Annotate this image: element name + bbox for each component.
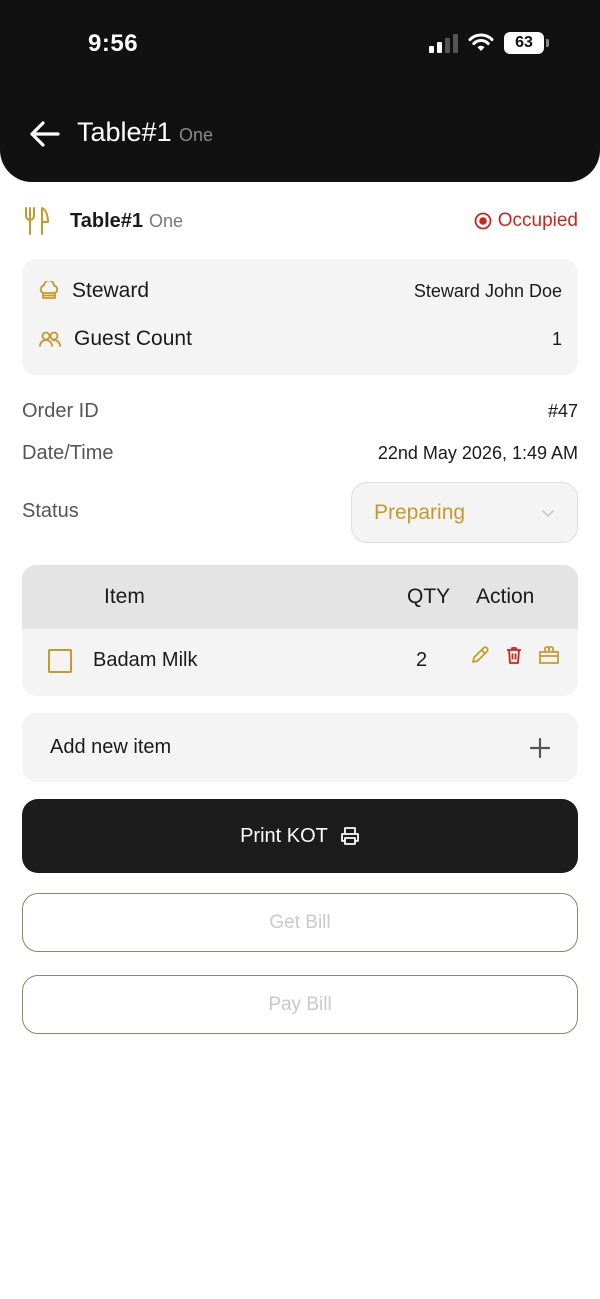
pay-bill-label: Pay Bill xyxy=(268,993,332,1015)
order-id-label: Order ID xyxy=(22,400,99,422)
order-id-value: #47 xyxy=(547,401,578,421)
items-table: Item QTY Action Badam Milk 2 xyxy=(22,565,578,696)
pay-bill-button[interactable]: Pay Bill xyxy=(22,975,578,1034)
add-new-item-label: Add new item xyxy=(50,736,172,758)
users-icon xyxy=(39,331,61,347)
status-label: Status xyxy=(22,500,79,522)
back-button[interactable] xyxy=(26,116,62,152)
printer-icon xyxy=(340,827,359,845)
item-actions xyxy=(470,645,559,665)
table-info-row: Table#1 One Occupied xyxy=(22,204,578,238)
status-dropdown-value: Preparing xyxy=(374,500,466,524)
chevron-down-icon xyxy=(542,509,554,517)
arrow-left-icon xyxy=(30,121,60,147)
guest-count-value: 1 xyxy=(551,328,562,349)
wifi-icon xyxy=(468,33,494,51)
header-action: Action xyxy=(476,585,535,608)
table-header: Item QTY Action xyxy=(22,565,578,629)
table-subname: One xyxy=(149,210,184,231)
trash-icon xyxy=(507,647,521,664)
item-checkbox[interactable] xyxy=(48,649,72,673)
header-qty: QTY xyxy=(407,585,451,608)
fork-knife-icon xyxy=(25,207,49,235)
table-name: Table#1 xyxy=(70,209,143,232)
page-title: Table#1 xyxy=(77,117,172,147)
status-time: 9:56 xyxy=(88,30,139,57)
signal-icon xyxy=(429,33,458,53)
add-new-item-button[interactable]: Add new item xyxy=(22,713,578,782)
status-row: Status xyxy=(22,500,342,523)
steward-row: Steward Steward John Doe xyxy=(38,279,562,303)
chef-hat-icon xyxy=(39,281,59,299)
header-item: Item xyxy=(104,585,145,608)
occupied-label: Occupied xyxy=(497,210,578,231)
item-name: Badam Milk xyxy=(93,649,198,671)
gift-button[interactable] xyxy=(538,645,559,665)
delete-button[interactable] xyxy=(504,645,524,665)
steward-value: Steward John Doe xyxy=(413,280,562,301)
gift-icon xyxy=(539,645,559,664)
page-subtitle: One xyxy=(179,125,214,145)
datetime-row: Date/Time 22nd May 2026, 1:49 AM xyxy=(22,442,578,465)
edit-button[interactable] xyxy=(470,645,490,665)
guest-count-label: Guest Count xyxy=(74,327,192,350)
table-row: Badam Milk 2 xyxy=(22,629,578,696)
plus-icon xyxy=(530,737,550,758)
steward-label: Steward xyxy=(72,279,150,302)
pencil-icon xyxy=(472,646,489,663)
status-icons: 63 xyxy=(429,32,549,54)
guest-count-row: Guest Count 1 xyxy=(38,327,562,351)
print-kot-button[interactable]: Print KOT xyxy=(22,799,578,873)
record-dot-icon xyxy=(474,212,492,230)
get-bill-label: Get Bill xyxy=(269,911,331,933)
status-dropdown[interactable]: Preparing xyxy=(351,482,578,543)
order-id-row: Order ID #47 xyxy=(22,400,578,423)
details-card: Steward Steward John Doe Guest Count 1 xyxy=(22,259,578,375)
occupied-status: Occupied xyxy=(474,210,578,232)
print-kot-label: Print KOT xyxy=(240,824,328,847)
battery-icon: 63 xyxy=(504,32,549,54)
datetime-value: 22nd May 2026, 1:49 AM xyxy=(377,443,578,463)
item-qty: 2 xyxy=(416,649,428,671)
get-bill-button[interactable]: Get Bill xyxy=(22,893,578,952)
app-header: 9:56 63 Table#1 One xyxy=(0,0,600,182)
datetime-label: Date/Time xyxy=(22,442,114,464)
